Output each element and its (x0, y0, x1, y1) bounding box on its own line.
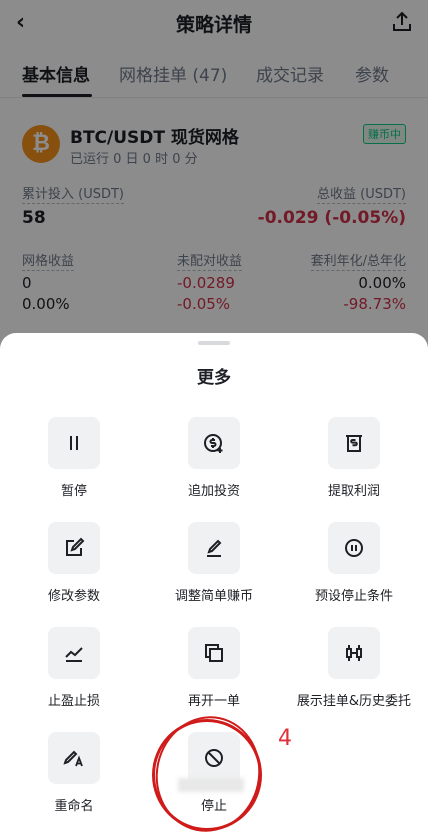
withdraw-profit-button[interactable]: 提取利润 (284, 417, 424, 507)
pause-circle-icon (328, 522, 380, 574)
copy-icon (188, 627, 240, 679)
take-profit-stop-loss-button[interactable]: 止盈止损 (4, 627, 144, 717)
add-funds-icon (188, 417, 240, 469)
preset-stop-button[interactable]: 预设停止条件 (284, 522, 424, 612)
open-again-button[interactable]: 再开一单 (144, 627, 284, 717)
sheet-handle[interactable] (198, 341, 230, 345)
sheet-title: 更多 (197, 368, 231, 388)
open-again-label: 再开一单 (187, 694, 240, 709)
rename-icon (48, 732, 100, 784)
withdraw-profit-label: 提取利润 (327, 484, 380, 499)
add-funds-button[interactable]: 追加投资 (144, 417, 284, 507)
pause-label: 暂停 (60, 484, 87, 499)
modify-params-button[interactable]: 修改参数 (4, 522, 144, 612)
add-funds-label: 追加投资 (187, 484, 240, 499)
pause-button[interactable]: 暂停 (4, 417, 144, 507)
modify-params-label: 修改参数 (47, 589, 100, 604)
show-orders-history-label: 展示挂单&历史委托 (296, 694, 412, 709)
pencil-icon (188, 522, 240, 574)
take-profit-stop-loss-label: 止盈止损 (47, 694, 100, 709)
pause-icon (48, 417, 100, 469)
edit-icon (48, 522, 100, 574)
rename-label: 重命名 (54, 799, 94, 814)
rename-button[interactable]: 重命名 (4, 732, 144, 822)
adjust-simple-earn-button[interactable]: 调整简单赚币 (144, 522, 284, 612)
candlestick-icon (328, 627, 380, 679)
annotation-step-number: 4 (278, 726, 292, 751)
preset-stop-label: 预设停止条件 (314, 589, 393, 604)
show-orders-history-button[interactable]: 展示挂单&历史委托 (284, 627, 424, 717)
adjust-simple-earn-label: 调整简单赚币 (174, 589, 253, 604)
withdraw-icon (328, 417, 380, 469)
chart-line-icon (48, 627, 100, 679)
